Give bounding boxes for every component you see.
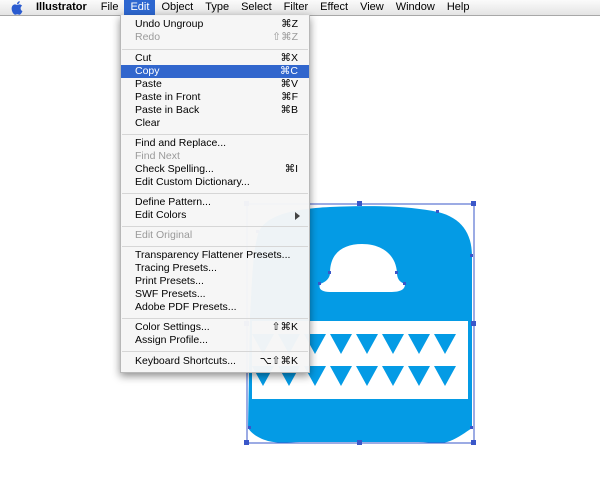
menu-bar: Illustrator File Edit Object Type Select… (0, 0, 600, 16)
menu-item-check-spelling[interactable]: Check Spelling... ⌘I (121, 163, 309, 176)
menu-item-swf-presets[interactable]: SWF Presets... (121, 288, 309, 301)
menu-select[interactable]: Select (235, 0, 278, 15)
menu-item-find-next: Find Next (135, 150, 180, 162)
edit-menu-dropdown: Undo Ungroup ⌘Z Redo ⇧⌘Z Cut ⌘X Copy ⌘C Past… (120, 15, 310, 373)
chevron-right-icon (295, 212, 300, 220)
menu-object[interactable]: Object (155, 0, 199, 15)
menu-item-cut[interactable]: Cut ⌘X (121, 52, 309, 65)
menu-item-tracing-presets[interactable]: Tracing Presets... (121, 262, 309, 275)
menu-item-edit-colors[interactable]: Edit Colors (121, 209, 309, 222)
menu-item-redo: Redo ⇧⌘Z (135, 31, 298, 43)
menu-item-clear[interactable]: Clear (121, 117, 309, 130)
menu-item-paste[interactable]: Paste ⌘V (121, 78, 309, 91)
menu-separator (122, 193, 308, 194)
menu-item-assign-profile[interactable]: Assign Profile... (121, 334, 309, 347)
menu-item-paste-in-back[interactable]: Paste in Back ⌘B (121, 104, 309, 117)
menu-separator (122, 134, 308, 135)
menu-filter[interactable]: Filter (278, 0, 314, 15)
menu-separator (122, 226, 308, 227)
menu-item-edit-custom-dictionary[interactable]: Edit Custom Dictionary... (121, 176, 309, 189)
menu-separator (122, 246, 308, 247)
menu-file[interactable]: File (95, 0, 125, 15)
menu-item-edit-original: Edit Original (135, 229, 193, 241)
menu-separator (122, 351, 308, 352)
menu-item-print-presets[interactable]: Print Presets... (121, 275, 309, 288)
apple-icon[interactable] (4, 0, 28, 15)
menu-item-transparency-flattener-presets[interactable]: Transparency Flattener Presets... (121, 249, 309, 262)
menu-edit[interactable]: Edit (124, 0, 156, 15)
menu-separator (122, 49, 308, 50)
menu-help[interactable]: Help (441, 0, 476, 15)
menu-type[interactable]: Type (199, 0, 235, 15)
menu-item-copy[interactable]: Copy ⌘C (121, 65, 309, 78)
menu-item-define-pattern[interactable]: Define Pattern... (121, 196, 309, 209)
menu-item-find-and-replace[interactable]: Find and Replace... (121, 137, 309, 150)
menu-item-adobe-pdf-presets[interactable]: Adobe PDF Presets... (121, 301, 309, 314)
menu-separator (122, 318, 308, 319)
menu-item-paste-in-front[interactable]: Paste in Front ⌘F (121, 91, 309, 104)
app-menu-title[interactable]: Illustrator (30, 0, 95, 15)
menu-item-undo-ungroup[interactable]: Undo Ungroup ⌘Z (121, 18, 309, 31)
menu-item-color-settings[interactable]: Color Settings... ⇧⌘K (121, 321, 309, 334)
menu-effect[interactable]: Effect (314, 0, 354, 15)
menu-item-keyboard-shortcuts[interactable]: Keyboard Shortcuts... ⌥⇧⌘K (121, 355, 309, 368)
menu-view[interactable]: View (354, 0, 390, 15)
menu-window[interactable]: Window (390, 0, 441, 15)
